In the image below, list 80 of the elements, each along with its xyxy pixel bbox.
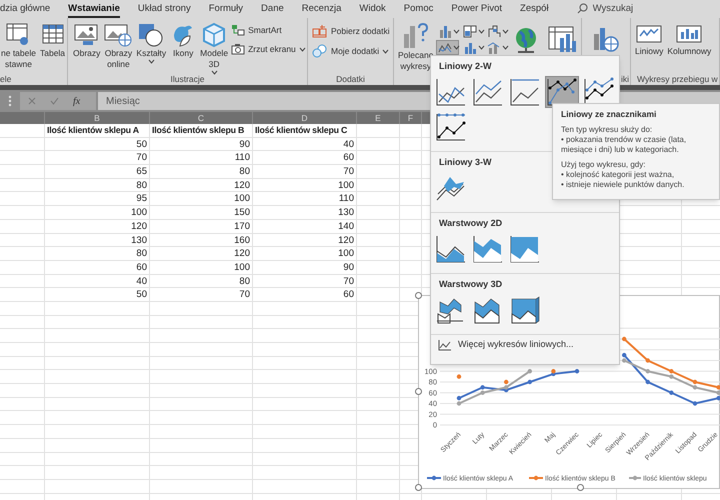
table-cell: 120 [150,178,253,192]
table-cell: 100 [253,178,357,192]
table-cell: 70 [150,288,253,302]
function-button[interactable]: fx [73,94,80,108]
table-cell: 80 [45,178,150,192]
tooltip-text: Ten typ wykresu służy do: [561,125,654,135]
group-label: Dodatki [335,74,366,85]
tooltip-text: • pokazania trendów w czasie (lata, miesiące i dni) lub w kategoriach. [561,135,688,155]
ribbon-button[interactable]: Kształty [135,22,168,64]
table-cell: 130 [45,234,150,248]
ribbon-tab[interactable]: Pomoc [404,2,434,18]
search-field[interactable]: Wyszukaj [576,2,653,16]
section-title: Liniowy 2-W [439,60,492,73]
more-charts-link[interactable]: Więcej wykresów liniowych... [438,338,574,352]
ribbon-tab[interactable]: Widok [359,2,386,18]
table-cell: 40 [45,274,150,288]
section-title: Liniowy 3-W [439,156,492,169]
column-heading: Ilość klientów sklepu A [45,124,150,138]
ribbon-tab[interactable]: Power Pivot [451,2,502,18]
table-cell: 140 [253,220,357,234]
table-cell: 100 [150,260,253,275]
ribbon-button[interactable]: Tabela [38,22,66,59]
ribbon-tab[interactable]: Formuły [208,2,244,18]
table-cell: 100 [253,247,357,261]
table-cell: 90 [150,138,253,152]
ribbon-button[interactable]: SmartArt [231,24,282,37]
group-label: Ilustracje [169,74,206,85]
table-cell: 65 [45,165,150,179]
tooltip-text: Użyj tego wykresu, gdy: [561,160,646,170]
group-label: ele [0,74,12,85]
ribbon-tab[interactable]: Dane [261,2,284,18]
table-cell: 120 [45,220,150,234]
table-cell: 80 [150,165,253,179]
table-cell: 170 [150,220,253,234]
table-cell: 120 [253,234,357,248]
table-cell: 40 [253,138,357,152]
section-title: Warstwowy 2D [439,217,502,230]
table-cell: 90 [253,260,357,275]
ribbon-button[interactable]: Zrzut ekranu [231,42,306,56]
section-title: Warstwowy 3D [439,278,502,291]
ribbon-button[interactable]: Kolumnowy [666,22,712,57]
column-heading: Ilość klientów sklepu B [150,124,253,138]
table-cell: 110 [150,151,253,166]
table-cell: 50 [45,138,150,152]
ribbon-button[interactable]: Ikony [169,22,198,59]
ribbon-tab[interactable]: Układ strony [138,2,191,18]
table-cell: 110 [253,192,357,206]
table-cell: 80 [150,274,253,288]
group-label: Wykresy przebiegu w [636,74,719,85]
table-cell: 95 [45,192,150,206]
table-cell: 150 [150,206,253,220]
ribbon-button[interactable]: Moje dodatki [312,44,390,58]
table-cell: 130 [253,206,357,220]
ribbon-tab[interactable]: Recenzja [302,2,342,18]
ribbon-tab[interactable]: Zespół [520,2,549,18]
table-cell: 120 [150,247,253,261]
table-cell: 60 [253,151,357,166]
column-header[interactable]: F [400,112,422,124]
ribbon-button[interactable]: Obrazy [72,22,102,59]
ribbon-button[interactable]: Liniowy [634,22,664,57]
column-heading: Ilość klientów sklepu C [253,124,357,138]
ribbon-button[interactable]: Obrazy online [103,22,134,70]
table-cell: 100 [45,206,150,220]
table-cell: 50 [45,288,150,302]
table-cell: 70 [253,165,357,179]
ribbon-tab[interactable]: dzia główne [0,2,50,18]
table-cell: 70 [253,274,357,288]
table-cell: 60 [253,288,357,302]
table-cell: 80 [45,247,150,261]
tooltip-text: • kolejność kategorii jest ważna, [561,170,676,180]
ribbon-button[interactable]: Pobierz dodatki [312,24,390,38]
tooltip-title: Liniowy ze znacznikami [561,109,658,120]
group-label: iki [620,74,630,85]
ribbon-button[interactable]: ne tabele stawne [0,22,37,70]
tooltip-text: • istnieje niewiele punktów danych. [561,180,686,190]
table-cell: 60 [45,260,150,275]
table-cell: 100 [150,192,253,206]
table-cell: 160 [150,234,253,248]
table-cell: 70 [45,151,150,166]
ribbon-button[interactable]: Modele 3D [199,22,230,75]
